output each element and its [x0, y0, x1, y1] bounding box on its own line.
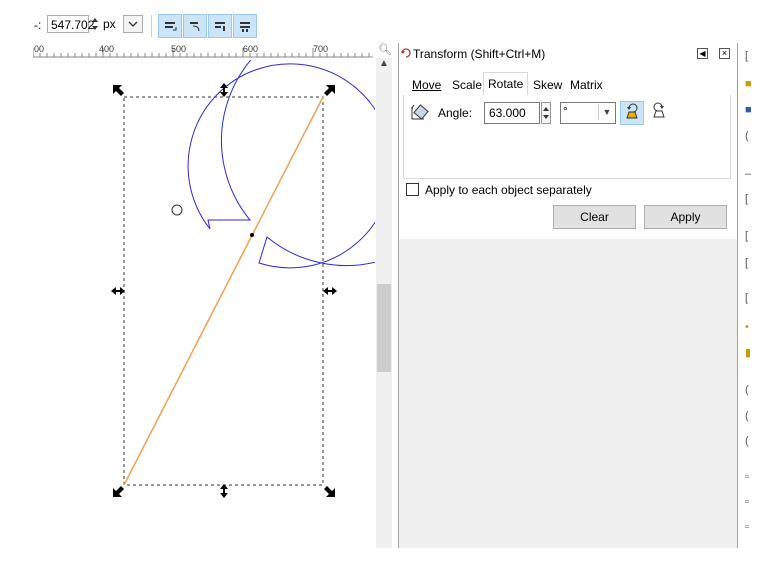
- skew-handle-bottom[interactable]: [220, 484, 228, 498]
- toolbar-icon[interactable]: [: [745, 50, 753, 62]
- apply-button-label: Apply: [670, 210, 701, 224]
- align-top-icon: [165, 22, 177, 31]
- tab-label: Matrix: [570, 78, 603, 92]
- align-center-button[interactable]: [208, 14, 232, 38]
- rotation-center-marker: [250, 233, 254, 237]
- clear-button[interactable]: Clear: [553, 205, 636, 229]
- scroll-up-icon[interactable]: ▲: [379, 58, 389, 69]
- toolbar-icon[interactable]: ■: [745, 78, 753, 90]
- dock-collapse-button[interactable]: ◀: [697, 48, 708, 59]
- apply-button[interactable]: Apply: [644, 205, 727, 229]
- outer-ring-path[interactable]: [187, 60, 375, 269]
- toolbar-icon[interactable]: ▫: [745, 471, 753, 483]
- skew-handle-right[interactable]: [323, 287, 337, 295]
- skew-handle-left[interactable]: [111, 287, 125, 295]
- commands-toolbar: [738, 43, 769, 548]
- toolbar-icon[interactable]: ■: [745, 104, 753, 116]
- rotate-handle-bottom-right[interactable]: [324, 486, 335, 497]
- tab-label: Skew: [533, 78, 563, 92]
- toolbar-icon[interactable]: –: [745, 168, 753, 180]
- chevron-down-icon[interactable]: ▼: [598, 104, 615, 120]
- drawing-canvas[interactable]: [40, 60, 375, 548]
- clear-button-label: Clear: [580, 210, 609, 224]
- small-circle[interactable]: [171, 204, 183, 216]
- toolbar-separator: [151, 15, 152, 37]
- zoom-corner-icon[interactable]: 🔍︎: [378, 43, 392, 56]
- height-spinner-icon[interactable]: [90, 15, 100, 33]
- rotate-handle-top-right[interactable]: [324, 85, 335, 96]
- ruler-label: 700: [313, 44, 328, 54]
- close-button[interactable]: ×: [719, 48, 730, 59]
- chevron-down-icon: [128, 21, 138, 27]
- toolbar-icon[interactable]: ▮: [745, 346, 753, 359]
- toolbar-icon[interactable]: (: [745, 410, 753, 422]
- toolbar-icon[interactable]: [: [745, 230, 753, 242]
- rotate-handle-top-left[interactable]: [113, 85, 124, 96]
- horizontal-ruler: 00 400 500 600 700: [33, 44, 373, 58]
- align-rotate-icon: [190, 22, 200, 32]
- transform-icon: [401, 48, 411, 58]
- unit-label: px: [103, 17, 116, 31]
- angle-unit-value: °: [563, 104, 568, 118]
- tab-matrix[interactable]: Matrix: [566, 74, 607, 96]
- rotated-line[interactable]: [123, 96, 324, 486]
- toolbar-icon[interactable]: •: [745, 321, 753, 333]
- align-rotate-button[interactable]: [183, 14, 207, 38]
- apply-each-checkbox[interactable]: [406, 183, 419, 196]
- ruler-label: 500: [171, 44, 186, 54]
- angle-label: Angle:: [438, 106, 473, 120]
- align-bottom-icon: [240, 22, 250, 32]
- tab-scale[interactable]: Scale: [448, 74, 486, 96]
- unit-dropdown[interactable]: [123, 15, 143, 33]
- tab-label: Move: [412, 78, 442, 92]
- height-field[interactable]: 547.702: [47, 15, 94, 33]
- apply-each-label: Apply to each object separately: [425, 183, 592, 197]
- rotate-handle-bottom-left[interactable]: [113, 486, 124, 497]
- align-bottom-button[interactable]: [233, 14, 257, 38]
- tab-skew[interactable]: Skew: [529, 74, 566, 96]
- tab-rotate[interactable]: Rotate: [483, 72, 529, 96]
- field-prefix-label: ‑:: [34, 18, 42, 32]
- toolbar-icon[interactable]: [: [745, 193, 753, 205]
- ruler-label: 600: [243, 44, 258, 54]
- rotate-ccw-icon: [626, 103, 638, 119]
- dialog-title: Transform (Shift+Ctrl+M): [413, 47, 546, 61]
- tab-label: Scale: [452, 78, 483, 92]
- toolbar-icon[interactable]: ▫: [745, 521, 753, 533]
- angle-field[interactable]: 63.000: [484, 102, 540, 124]
- align-center-icon: [215, 22, 225, 31]
- rotate-clockwise-button[interactable]: [648, 101, 672, 125]
- tab-move[interactable]: Move: [408, 74, 445, 96]
- rotate-angle-icon: [411, 104, 429, 120]
- angle-spinner-icon[interactable]: [541, 102, 551, 124]
- toolbar-icon[interactable]: [: [745, 292, 753, 304]
- toolbar-icon[interactable]: ▫: [745, 496, 753, 508]
- rotate-cw-icon: [653, 102, 665, 118]
- tab-label: Rotate: [488, 77, 524, 91]
- toolbar-icon[interactable]: (: [745, 130, 753, 142]
- toolbar-icon[interactable]: [: [745, 257, 753, 269]
- toolbar-icon[interactable]: (: [745, 384, 753, 396]
- ruler-label: 00: [34, 44, 44, 54]
- align-top-button[interactable]: [158, 14, 182, 38]
- ruler-label: 400: [99, 44, 114, 54]
- toolbar-icon[interactable]: (: [745, 435, 753, 447]
- rotate-counterclockwise-button[interactable]: [620, 101, 644, 125]
- scrollbar-thumb[interactable]: [377, 284, 391, 372]
